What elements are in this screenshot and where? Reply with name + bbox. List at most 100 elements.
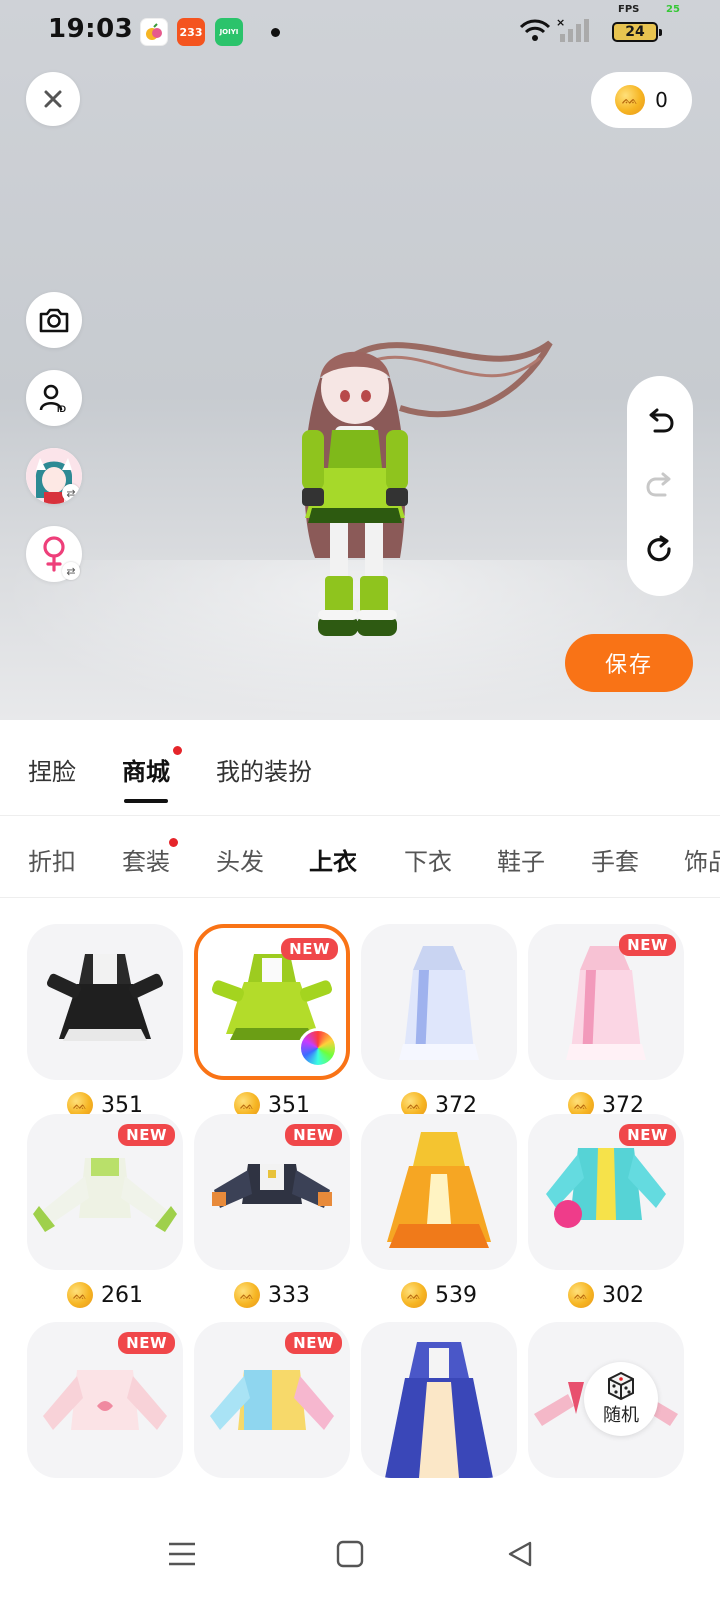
black-dress-art — [46, 954, 164, 1041]
menu-icon — [169, 1542, 195, 1566]
item-grid: 351 NEW 351 372 — [0, 898, 720, 1508]
category-discount[interactable]: 折扣 — [28, 842, 76, 877]
tab-face[interactable]: 捏脸 — [28, 752, 76, 787]
status-bar: 19:03 233 JOIYI × FPS 25 24 — [0, 0, 720, 64]
tab-label: 捏脸 — [28, 758, 76, 786]
active-tab-indicator — [124, 799, 168, 803]
item-card[interactable]: NEW 261 — [27, 1114, 183, 1312]
coin-amount: 0 — [655, 88, 668, 112]
category-bottoms[interactable]: 下衣 — [404, 842, 452, 877]
category-shoes[interactable]: 鞋子 — [497, 842, 545, 877]
item-card[interactable]: NEW 302 — [528, 1114, 684, 1312]
item-thumbnail[interactable]: NEW — [194, 1322, 350, 1478]
redo-icon[interactable] — [645, 471, 675, 501]
tab-my-outfits[interactable]: 我的装扮 — [216, 752, 312, 787]
price-value: 539 — [435, 1282, 477, 1308]
item-card[interactable]: 372 — [361, 924, 517, 1122]
main-tabs: 捏脸 商城 我的装扮 — [0, 720, 720, 816]
category-accessories[interactable]: 饰品 — [684, 842, 720, 877]
tab-label: 我的装扮 — [216, 758, 312, 786]
avatar-id-button[interactable]: ID — [26, 370, 82, 426]
new-dot — [173, 746, 182, 755]
item-thumbnail[interactable]: NEW — [194, 1114, 350, 1270]
blue-robe-art — [399, 946, 479, 1060]
category-sets[interactable]: 套装 — [122, 838, 178, 877]
swap-icon: ⇄ — [62, 562, 80, 580]
nav-back-button[interactable] — [498, 1532, 542, 1576]
close-icon — [44, 90, 62, 108]
gold-dress-art — [387, 1132, 491, 1248]
svg-text:×: × — [556, 16, 565, 29]
item-price: 261 — [27, 1278, 183, 1312]
signal-icon: × — [556, 16, 589, 42]
item-thumbnail-selected[interactable]: NEW — [194, 924, 350, 1080]
category-gloves[interactable]: 手套 — [591, 842, 639, 877]
item-thumbnail[interactable] — [27, 924, 183, 1080]
item-price: 302 — [528, 1278, 684, 1312]
nav-home-button[interactable] — [328, 1532, 372, 1576]
new-badge: NEW — [619, 1124, 676, 1146]
coin-icon — [67, 1282, 93, 1308]
price-value: 333 — [268, 1282, 310, 1308]
item-thumbnail[interactable] — [361, 1322, 517, 1478]
nav-menu-button[interactable] — [160, 1532, 204, 1576]
item-card[interactable]: NEW — [27, 1322, 183, 1478]
app-joiyi-icon: JOIYI — [215, 18, 243, 46]
undo-icon[interactable] — [645, 407, 675, 437]
switch-character-button[interactable]: ⇄ — [26, 448, 82, 504]
reset-icon[interactable] — [645, 535, 675, 565]
switch-gender-button[interactable]: ⇄ — [26, 526, 82, 582]
item-card[interactable]: 539 — [361, 1114, 517, 1312]
home-square-icon — [336, 1540, 364, 1568]
category-hair[interactable]: 头发 — [216, 842, 264, 877]
coin-icon — [234, 1282, 260, 1308]
user-id-icon: ID — [39, 384, 67, 414]
random-label: 随机 — [603, 1405, 639, 1426]
color-picker-icon[interactable] — [298, 1028, 338, 1068]
coin-icon — [568, 1282, 594, 1308]
camera-icon — [39, 308, 69, 333]
item-card[interactable]: 351 — [27, 924, 183, 1122]
avatar-preview[interactable]: 19:03 233 JOIYI × FPS 25 24 0 — [0, 0, 720, 720]
new-badge: NEW — [118, 1124, 175, 1146]
item-card[interactable]: NEW — [194, 1322, 350, 1478]
item-thumbnail[interactable]: NEW — [528, 924, 684, 1080]
close-button[interactable] — [26, 72, 80, 126]
new-badge: NEW — [281, 938, 338, 960]
price-value: 302 — [602, 1282, 644, 1308]
new-badge: NEW — [285, 1124, 342, 1146]
blue-gown-art — [385, 1342, 493, 1478]
item-thumbnail[interactable]: NEW — [27, 1322, 183, 1478]
notification-dot — [271, 28, 280, 37]
random-button[interactable]: 随机 — [584, 1362, 658, 1436]
coin-balance[interactable]: 0 — [591, 72, 692, 128]
new-badge: NEW — [619, 934, 676, 956]
category-label: 套装 — [122, 848, 170, 876]
avatar-character[interactable] — [290, 318, 560, 678]
item-card[interactable]: NEW 351 — [194, 924, 350, 1122]
tab-shop[interactable]: 商城 — [122, 746, 182, 803]
item-thumbnail[interactable]: NEW — [528, 1114, 684, 1270]
item-card[interactable]: NEW 333 — [194, 1114, 350, 1312]
fps-label: FPS — [618, 4, 640, 15]
fps-value: 25 — [666, 4, 680, 15]
item-card[interactable]: NEW 372 — [528, 924, 684, 1122]
new-dot — [169, 838, 178, 847]
save-button[interactable]: 保存 — [565, 634, 693, 692]
edit-history-panel — [627, 376, 693, 596]
item-thumbnail[interactable] — [361, 1114, 517, 1270]
item-thumbnail[interactable]: NEW — [27, 1114, 183, 1270]
item-thumbnail[interactable] — [361, 924, 517, 1080]
category-tops[interactable]: 上衣 — [309, 842, 357, 877]
battery-indicator: 24 — [612, 22, 662, 42]
price-value: 261 — [101, 1282, 143, 1308]
new-badge: NEW — [118, 1332, 175, 1354]
svg-text:ID: ID — [57, 404, 67, 414]
back-triangle-icon — [508, 1541, 532, 1567]
tab-label: 商城 — [122, 758, 170, 786]
item-card[interactable] — [361, 1322, 517, 1478]
coin-icon — [615, 85, 646, 115]
status-time: 19:03 — [48, 14, 134, 44]
wifi-icon — [519, 19, 551, 41]
camera-button[interactable] — [26, 292, 82, 348]
